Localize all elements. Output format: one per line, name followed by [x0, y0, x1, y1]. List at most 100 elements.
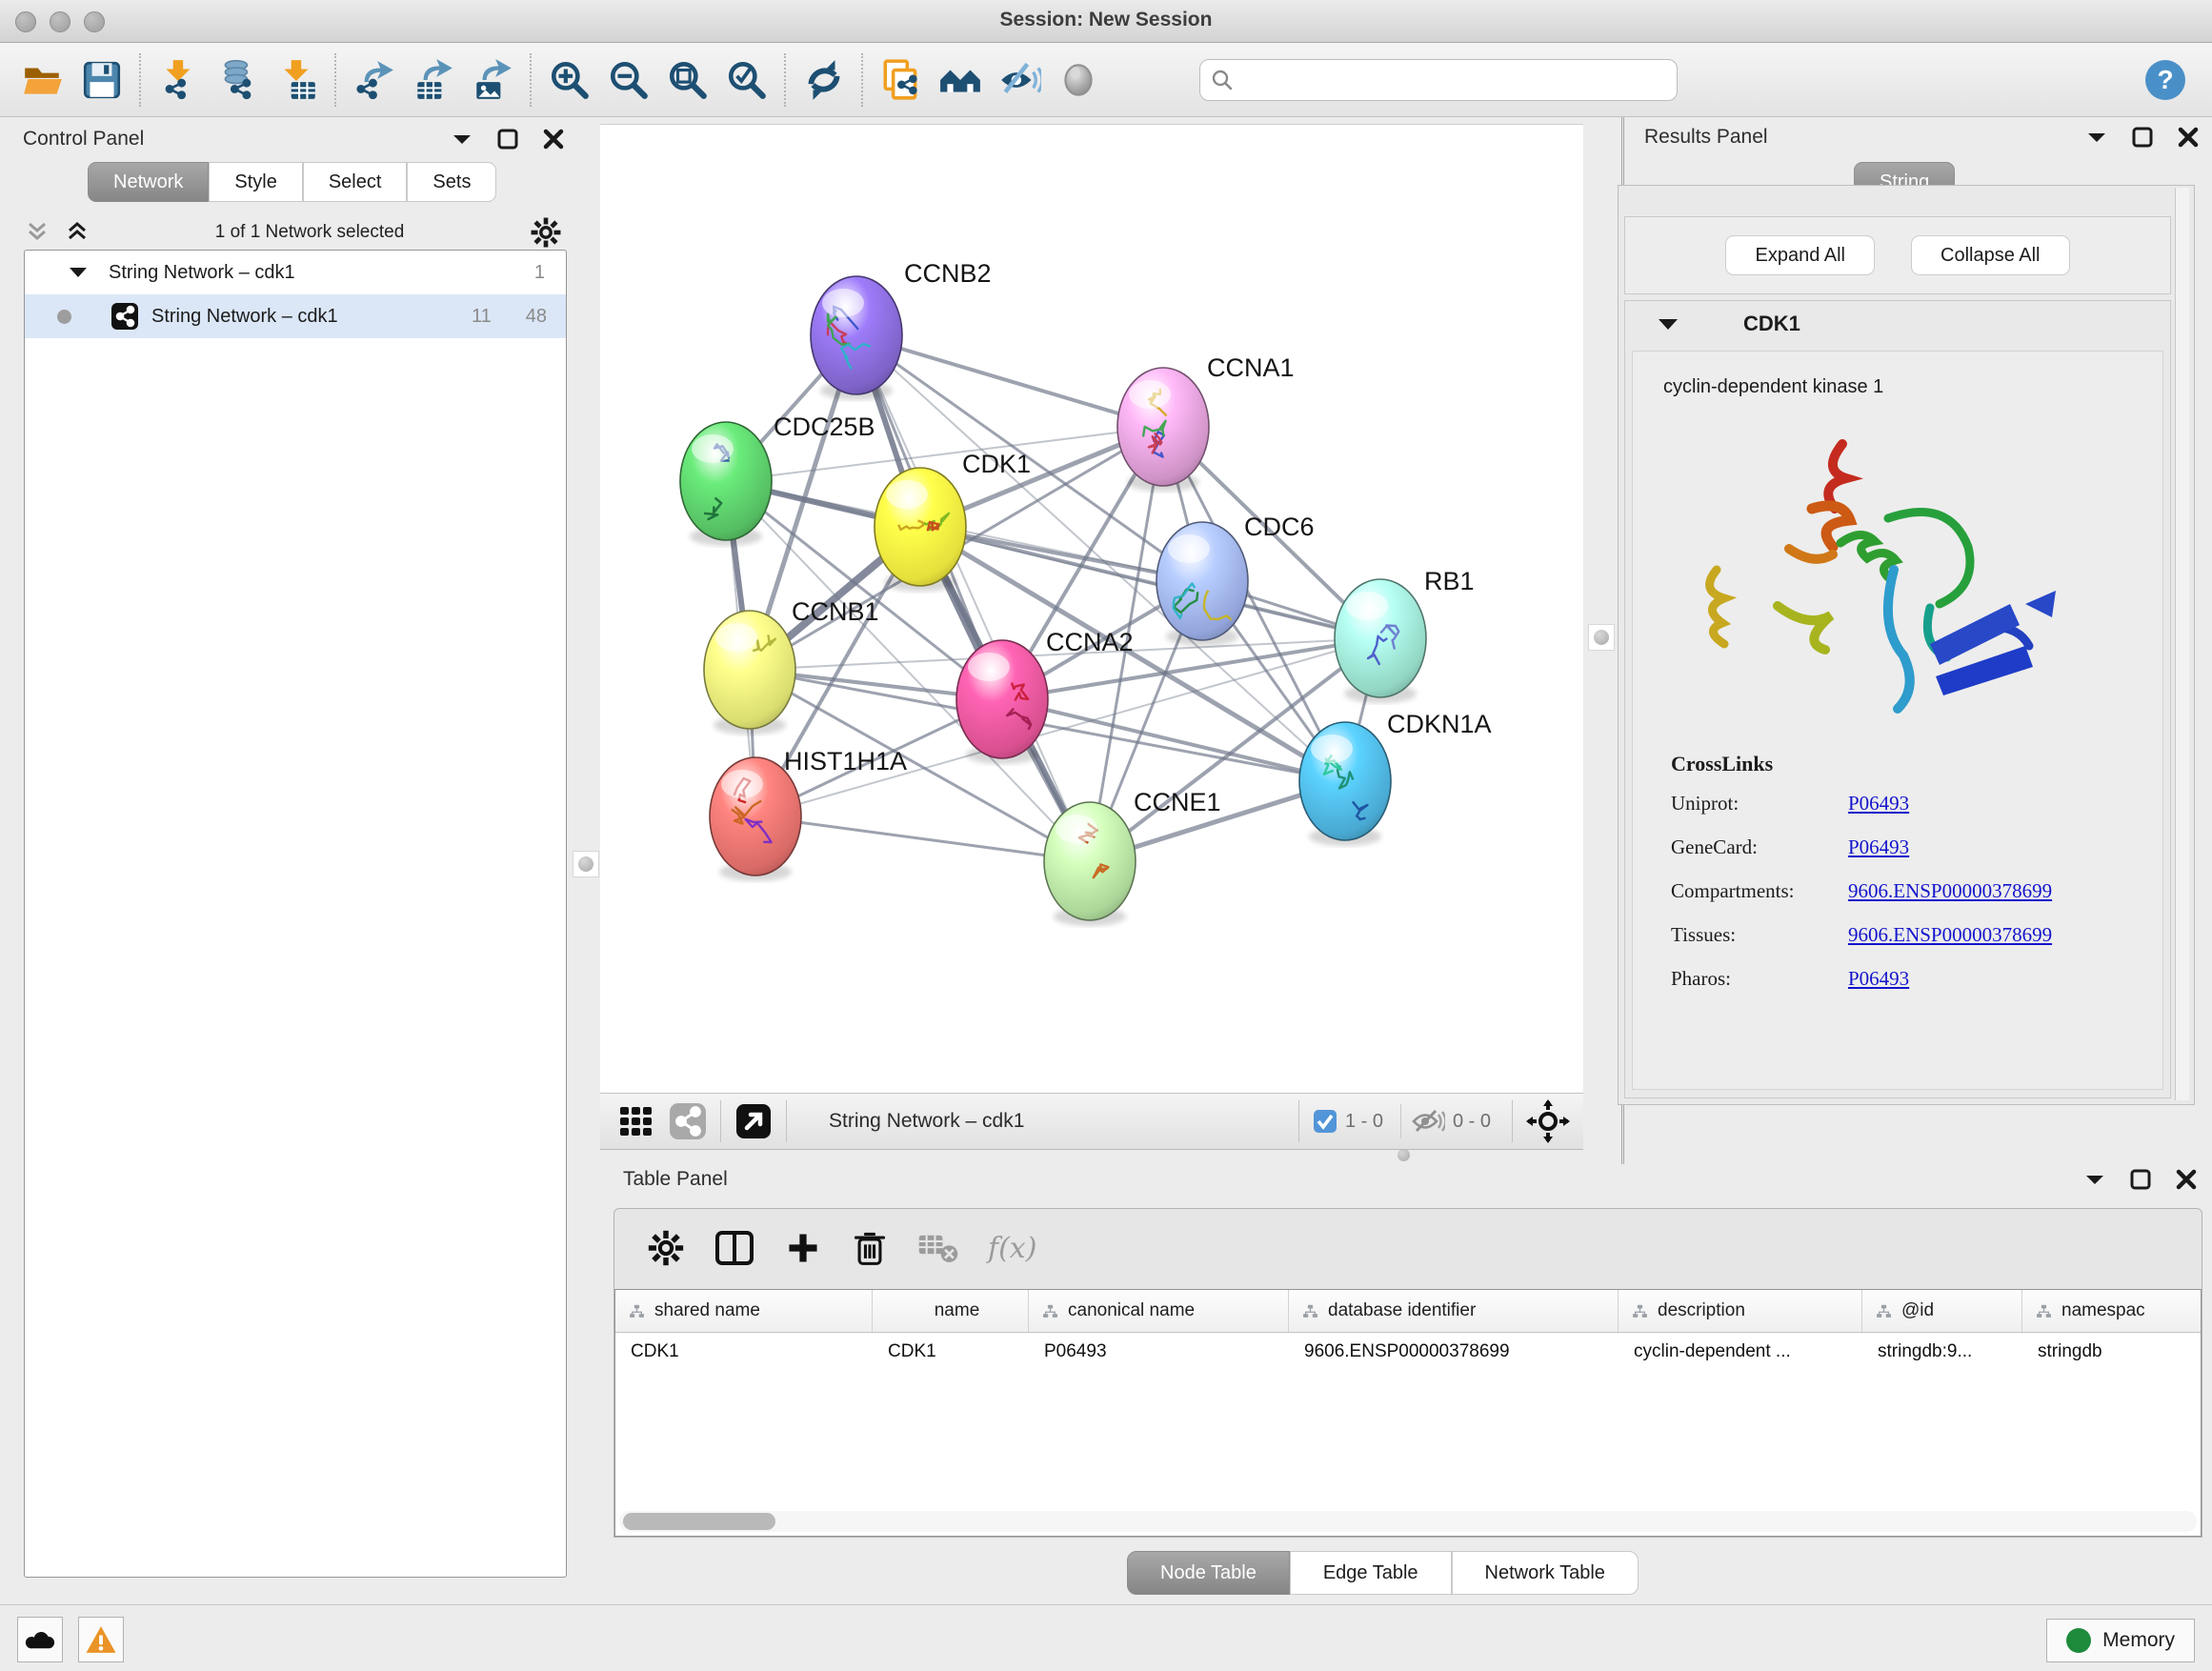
selected-checkbox[interactable] [1313, 1109, 1337, 1134]
copy-network-icon[interactable] [872, 50, 931, 110]
export-network-icon[interactable] [345, 50, 404, 110]
collapse-all-icon[interactable] [25, 220, 50, 245]
network-edge[interactable] [856, 335, 1090, 861]
network-row[interactable]: String Network – cdk1 11 48 [25, 294, 566, 338]
table-cell[interactable]: P06493 [1029, 1341, 1289, 1362]
crosslink-row: Compartments:9606.ENSP00000378699 [1671, 879, 2052, 923]
houses-icon[interactable] [931, 50, 990, 110]
results-panel-float-icon[interactable] [2132, 127, 2153, 148]
export-table-icon[interactable] [404, 50, 463, 110]
table-panel-float-icon[interactable] [2130, 1169, 2151, 1190]
hide-show-icon[interactable] [990, 50, 1049, 110]
network-node-CCNE1[interactable]: CCNE1 [1044, 788, 1221, 926]
import-network-database-icon[interactable] [209, 50, 268, 110]
right-divider-handle[interactable] [1588, 624, 1615, 651]
save-session-icon[interactable] [72, 50, 131, 110]
tab-node-table[interactable]: Node Table [1127, 1551, 1290, 1595]
table-row[interactable]: CDK1CDK1P064939606.ENSP00000378699cyclin… [615, 1333, 2201, 1371]
table-cell[interactable]: CDK1 [615, 1341, 873, 1362]
network-edge[interactable] [856, 335, 1163, 427]
crosslink-link[interactable]: 9606.ENSP00000378699 [1848, 923, 2052, 967]
table-horizontal-scrollbar[interactable] [619, 1511, 2197, 1532]
collection-expander-icon[interactable] [69, 266, 88, 279]
title-bar: Session: New Session [0, 0, 2212, 43]
column-header-canonical-name[interactable]: canonical name [1029, 1290, 1289, 1332]
search-input[interactable] [1235, 68, 1639, 91]
update-network-icon[interactable] [794, 50, 854, 110]
tab-edge-table[interactable]: Edge Table [1290, 1551, 1452, 1595]
show-columns-icon[interactable] [714, 1227, 755, 1269]
network-node-CDK1[interactable]: CDK1 [875, 450, 1031, 592]
expand-all-button[interactable]: Expand All [1725, 235, 1875, 275]
network-node-CCNB2[interactable]: CCNB2 [811, 259, 992, 400]
eye-sphere-icon[interactable] [1049, 50, 1108, 110]
tab-network[interactable]: Network [88, 162, 209, 202]
table-settings-gear-icon[interactable] [647, 1229, 685, 1267]
results-scrollbar[interactable] [2175, 188, 2189, 1100]
column-header-description[interactable]: description [1619, 1290, 1862, 1332]
column-header-shared-name[interactable]: shared name [615, 1290, 873, 1332]
tab-style[interactable]: Style [209, 162, 302, 202]
zoom-selected-icon[interactable] [717, 50, 776, 110]
network-node-CCNB1[interactable]: CCNB1 [704, 597, 879, 735]
crosslink-link[interactable]: P06493 [1848, 792, 1909, 836]
zoom-fit-icon[interactable] [658, 50, 717, 110]
left-panel-divider[interactable] [570, 117, 600, 1604]
table-panel-splitter[interactable] [1398, 1149, 1415, 1160]
table-cell[interactable]: CDK1 [873, 1341, 1029, 1362]
column-header--id[interactable]: @id [1862, 1290, 2022, 1332]
column-header-name[interactable]: name [873, 1290, 1029, 1332]
export-image-icon[interactable] [463, 50, 522, 110]
network-edge[interactable] [755, 816, 1090, 861]
network-node-CCNA2[interactable]: CCNA2 [956, 628, 1134, 764]
network-node-HIST1H1A[interactable]: HIST1H1A [710, 747, 907, 881]
warning-status-button[interactable] [78, 1617, 124, 1662]
table-panel-menu-icon[interactable] [2084, 1173, 2105, 1186]
crosslink-link[interactable]: P06493 [1848, 836, 1909, 879]
network-options-gear-icon[interactable] [530, 216, 562, 249]
gene-expander-icon[interactable] [1658, 317, 1679, 332]
import-table-icon[interactable] [268, 50, 327, 110]
network-view-share-icon[interactable] [669, 1102, 707, 1140]
node-table[interactable]: shared namenamecanonical namedatabase id… [614, 1289, 2202, 1537]
import-network-file-icon[interactable] [150, 50, 209, 110]
crosslink-link[interactable]: 9606.ENSP00000378699 [1848, 879, 2052, 923]
collapse-all-button[interactable]: Collapse All [1911, 235, 2070, 275]
network-canvas[interactable]: CCNB2 CCNA1 CDC25B CDK1 CDC6 RB1 CCNB1 [600, 124, 1583, 1094]
zoom-in-icon[interactable] [540, 50, 599, 110]
tab-network-table[interactable]: Network Table [1452, 1551, 1639, 1595]
network-node-CDKN1A[interactable]: CDKN1A [1299, 710, 1492, 846]
network-node-CDC25B[interactable]: CDC25B [680, 413, 875, 546]
search-field[interactable] [1199, 59, 1678, 101]
network-node-RB1[interactable]: RB1 [1335, 567, 1475, 703]
zoom-out-icon[interactable] [599, 50, 658, 110]
open-session-icon[interactable] [13, 50, 72, 110]
create-column-icon[interactable] [784, 1229, 822, 1267]
help-button[interactable]: ? [2136, 50, 2195, 110]
results-panel-menu-icon[interactable] [2086, 131, 2107, 144]
column-header-namespac[interactable]: namespac [2022, 1290, 2202, 1332]
grid-view-icon[interactable] [617, 1102, 655, 1140]
left-divider-handle[interactable] [573, 851, 599, 877]
column-header-database-identifier[interactable]: database identifier [1289, 1290, 1619, 1332]
control-panel-close-icon[interactable] [543, 129, 564, 150]
results-panel-close-icon[interactable] [2178, 127, 2199, 148]
table-cell[interactable]: stringdb:9... [1862, 1341, 2022, 1362]
fit-content-crosshair-icon[interactable] [1526, 1099, 1570, 1143]
cloud-status-button[interactable] [17, 1617, 63, 1662]
hidden-elements-icon[interactable] [1411, 1107, 1445, 1136]
control-panel-menu-icon[interactable] [452, 132, 473, 146]
table-panel-close-icon[interactable] [2176, 1169, 2197, 1190]
tab-sets[interactable]: Sets [407, 162, 496, 202]
crosslink-link[interactable]: P06493 [1848, 967, 1909, 1011]
control-panel-float-icon[interactable] [497, 129, 518, 150]
expand-all-icon[interactable] [65, 220, 90, 245]
table-cell[interactable]: cyclin-dependent ... [1619, 1341, 1862, 1362]
network-collection-row[interactable]: String Network – cdk1 1 [25, 251, 566, 294]
table-cell[interactable]: 9606.ENSP00000378699 [1289, 1341, 1619, 1362]
open-in-new-window-icon[interactable] [734, 1102, 773, 1140]
tab-select[interactable]: Select [303, 162, 408, 202]
delete-column-icon[interactable] [851, 1229, 889, 1267]
table-cell[interactable]: stringdb [2022, 1341, 2202, 1362]
memory-button[interactable]: Memory [2046, 1619, 2195, 1662]
